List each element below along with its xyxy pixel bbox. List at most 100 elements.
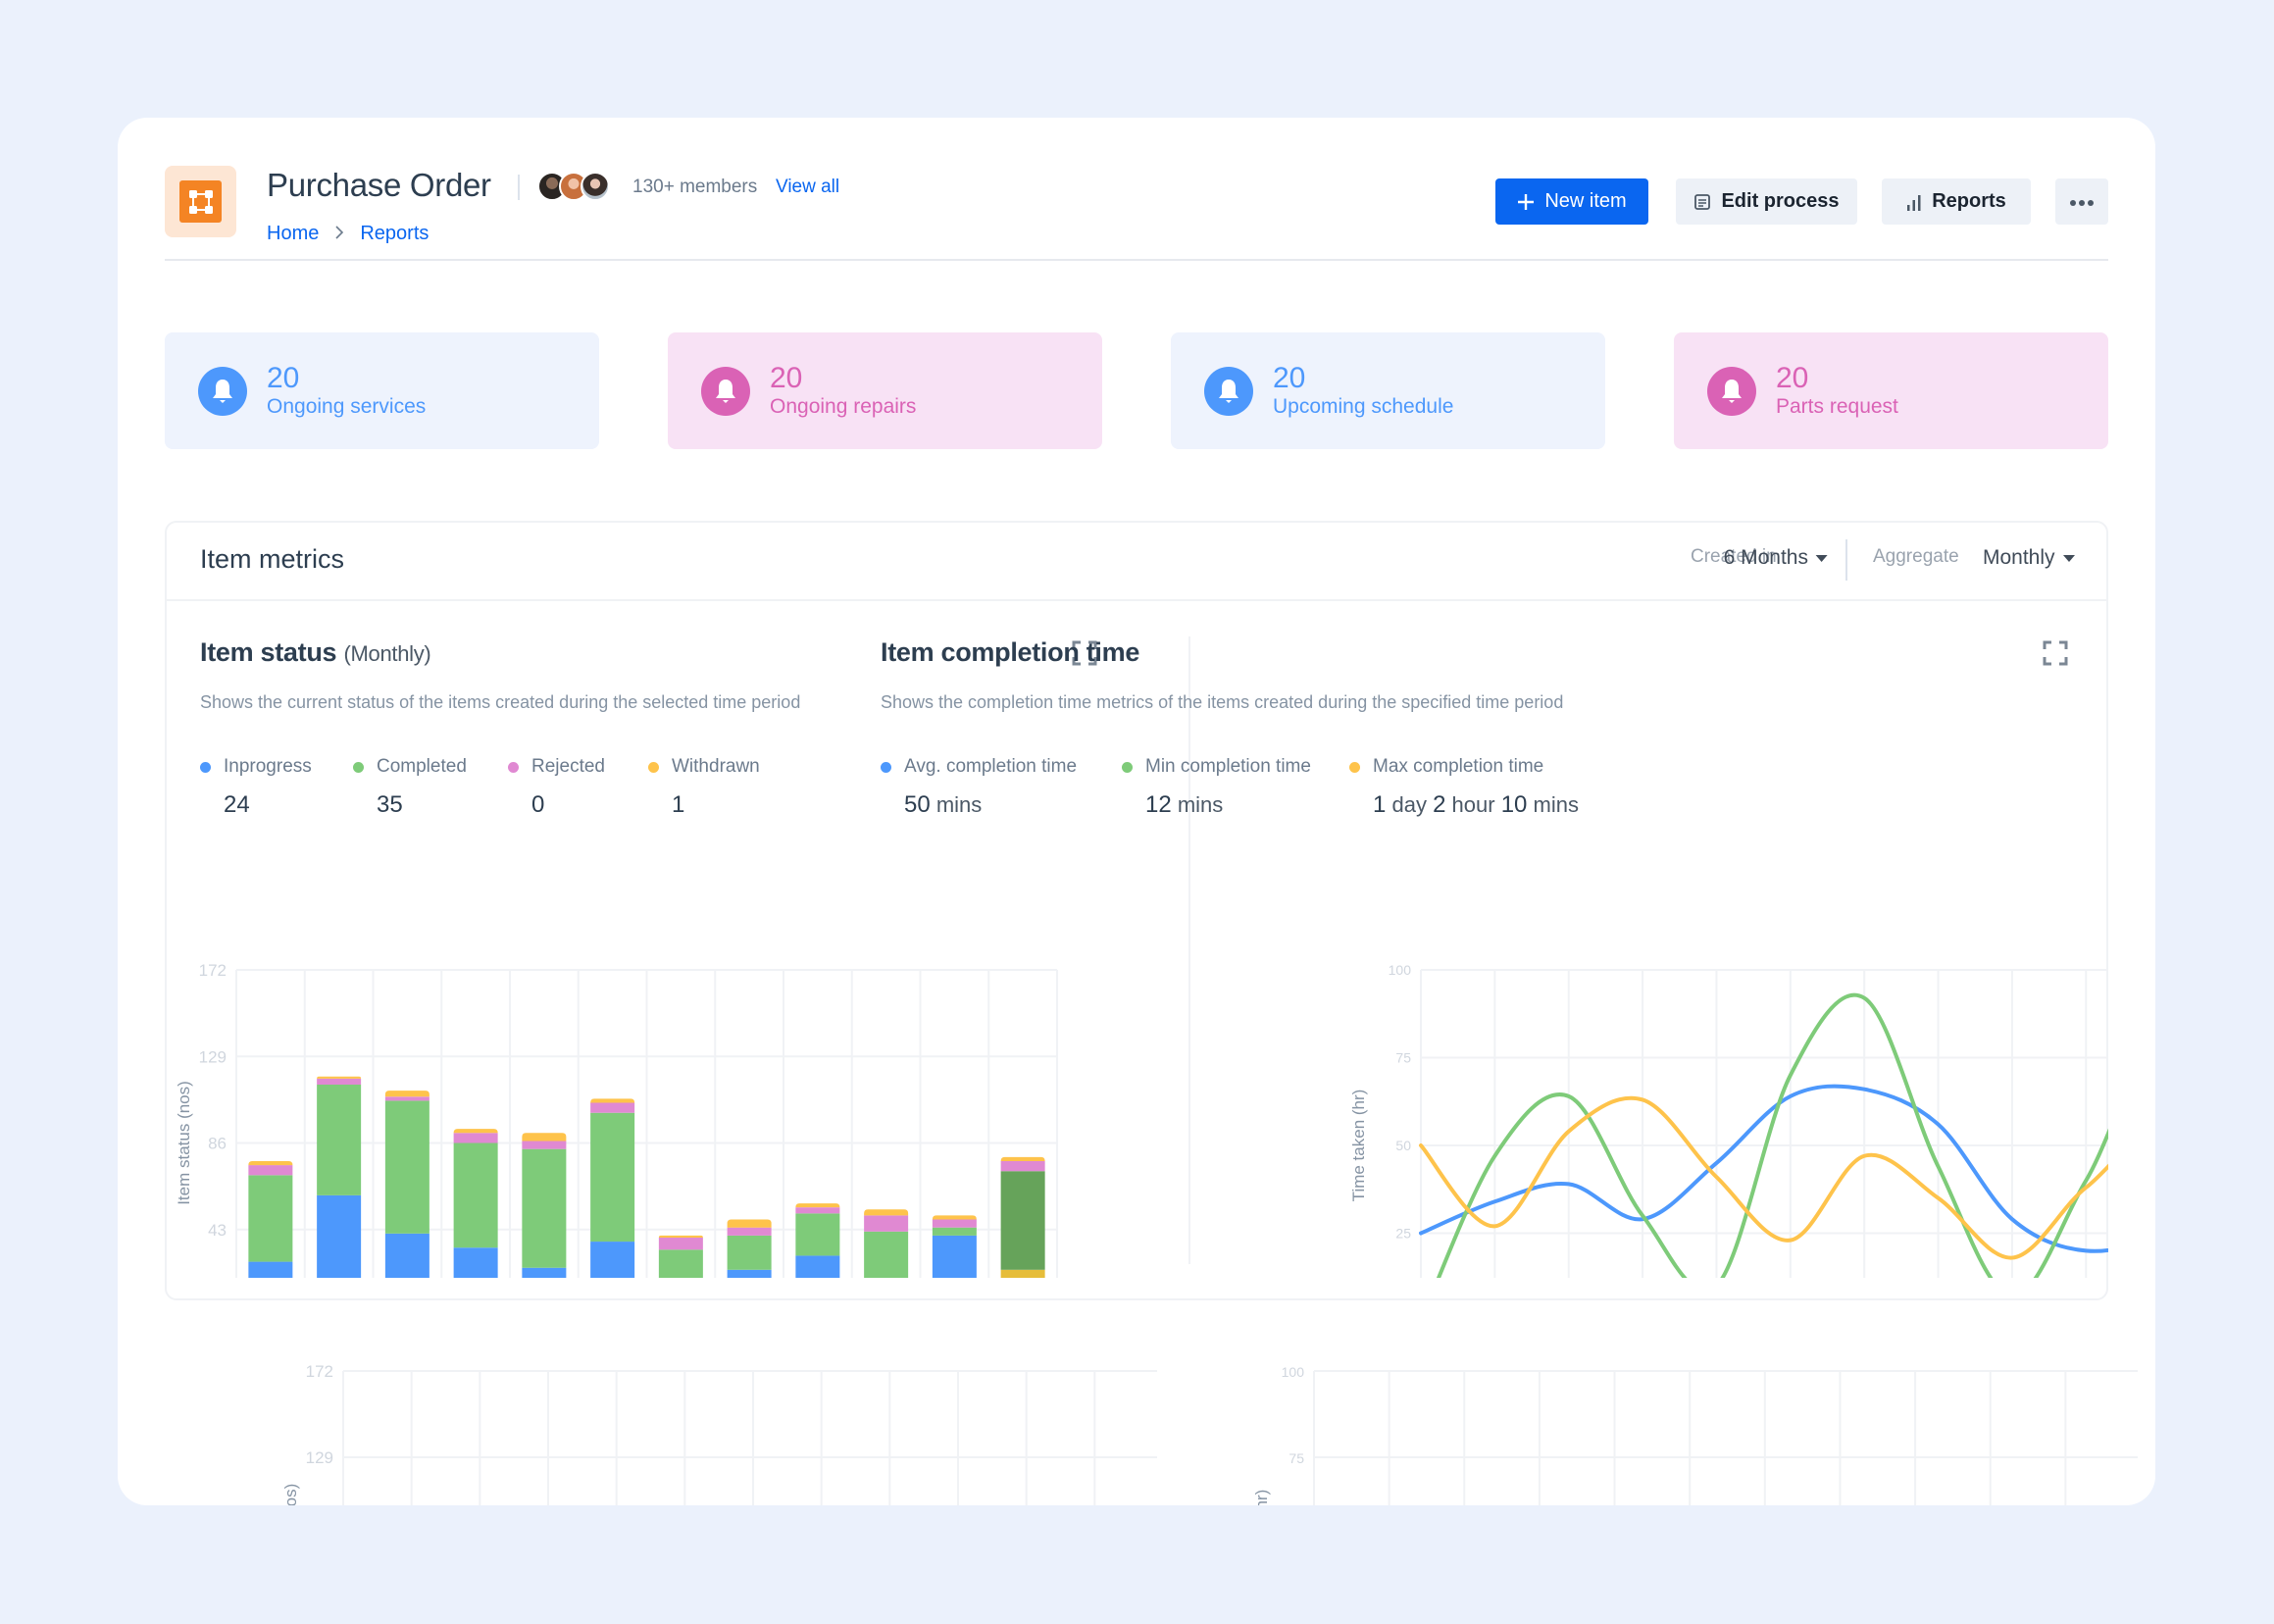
bar-segment-completed[interactable] (727, 1235, 772, 1270)
bar-segment-completed[interactable] (384, 1100, 430, 1234)
stat-value: 20 (1776, 361, 1809, 394)
bar-segment-withdrawn[interactable] (727, 1219, 772, 1228)
bar-segment-rejected[interactable] (795, 1207, 840, 1214)
legend-dot (508, 761, 519, 773)
bar-segment-completed[interactable] (248, 1175, 293, 1262)
new-item-button[interactable]: New item (1495, 178, 1648, 225)
bar-segment-inprogress[interactable] (1000, 1269, 1045, 1278)
item-status-title: Item status (Monthly) (200, 637, 431, 668)
bar-segment-rejected[interactable] (317, 1078, 362, 1085)
bar-group-jan[interactable] (248, 1160, 293, 1278)
stat-card[interactable]: 20 Parts request (1674, 332, 2108, 449)
breadcrumb-home[interactable]: Home (267, 223, 319, 245)
bar-group-aug[interactable] (727, 1219, 772, 1278)
view-all-link[interactable]: View all (776, 177, 839, 198)
bar-segment-inprogress[interactable] (590, 1242, 635, 1278)
bar-group-mar[interactable] (384, 1091, 430, 1278)
item-status-title-suffix: (Monthly) (343, 641, 431, 666)
bar-segment-withdrawn[interactable] (658, 1235, 703, 1238)
line-series-avg-completion-time[interactable] (1419, 1084, 2108, 1253)
item-metrics-card: Item metrics Created in 6 Months Aggrega… (165, 521, 2108, 1300)
bar-group-jun[interactable] (590, 1098, 635, 1278)
bar-segment-rejected[interactable] (1000, 1160, 1045, 1172)
bar-segment-inprogress[interactable] (522, 1267, 567, 1278)
bar-group-dec[interactable] (1000, 1156, 1045, 1278)
bar-group-nov[interactable] (932, 1215, 977, 1278)
bar-segment-completed[interactable] (522, 1148, 567, 1268)
bar-segment-rejected[interactable] (658, 1237, 703, 1250)
bar-segment-completed[interactable] (590, 1112, 635, 1243)
legend-item-completed[interactable]: Completed 35 (353, 756, 467, 819)
bar-segment-completed[interactable] (864, 1231, 909, 1278)
avatar[interactable] (581, 172, 610, 201)
legend-value: 50 mins (881, 791, 1085, 819)
bar-segment-completed[interactable] (795, 1213, 840, 1256)
bar-segment-inprogress[interactable] (795, 1255, 840, 1278)
reports-button[interactable]: Reports (1882, 178, 2031, 225)
bar-segment-completed[interactable] (658, 1249, 703, 1278)
breadcrumb-reports[interactable]: Reports (360, 223, 429, 245)
bar-segment-completed[interactable] (453, 1142, 498, 1248)
bar-segment-rejected[interactable] (522, 1141, 567, 1149)
bar-segment-inprogress[interactable] (932, 1235, 977, 1278)
bar-segment-inprogress[interactable] (727, 1269, 772, 1278)
legend-item-min-completion-time[interactable]: Min completion time 12 mins (1122, 756, 1312, 819)
legend-label: Min completion time (1145, 756, 1311, 777)
edit-process-button[interactable]: Edit process (1676, 178, 1857, 225)
y-tick-label: 43 (208, 1221, 227, 1240)
legend-item-inprogress[interactable]: Inprogress 24 (200, 756, 312, 819)
reports-label: Reports (1932, 190, 2006, 212)
header-divider (165, 259, 2108, 261)
bar-segment-withdrawn[interactable] (248, 1160, 293, 1166)
bar-group-apr[interactable] (453, 1129, 498, 1278)
bar-segment-inprogress[interactable] (384, 1233, 430, 1278)
legend-item-max-completion-time[interactable]: Max completion time 1 day 2 hour 10 mins (1349, 756, 1604, 819)
bar-segment-rejected[interactable] (864, 1215, 909, 1232)
bar-segment-completed[interactable] (932, 1227, 977, 1236)
bar-segment-withdrawn[interactable] (317, 1076, 362, 1079)
line-series-max-completion-time[interactable] (1419, 1095, 2108, 1278)
expand-icon[interactable] (2043, 640, 2068, 666)
bar-group-may[interactable] (522, 1133, 567, 1278)
more-options-button[interactable] (2055, 178, 2108, 225)
stat-card[interactable]: 20 Upcoming schedule (1171, 332, 1605, 449)
aggregate-label: Aggregate (1873, 546, 1959, 567)
bar-segment-rejected[interactable] (453, 1133, 498, 1143)
filter-divider (1845, 539, 1847, 581)
bar-group-sep[interactable] (795, 1203, 840, 1278)
bar-segment-withdrawn[interactable] (522, 1133, 567, 1142)
bar-segment-withdrawn[interactable] (864, 1209, 909, 1216)
bar-segment-inprogress[interactable] (248, 1261, 293, 1278)
stat-card[interactable]: 20 Ongoing repairs (668, 332, 1102, 449)
bar-segment-withdrawn[interactable] (453, 1129, 498, 1134)
bar-segment-rejected[interactable] (727, 1227, 772, 1236)
bar-group-oct[interactable] (864, 1209, 909, 1278)
legend-item-avg-completion-time[interactable]: Avg. completion time 50 mins (881, 756, 1085, 819)
bar-segment-withdrawn[interactable] (795, 1203, 840, 1208)
stat-card[interactable]: 20 Ongoing services (165, 332, 599, 449)
bar-segment-completed[interactable] (317, 1084, 362, 1195)
legend-item-withdrawn[interactable]: Withdrawn 1 (648, 756, 760, 819)
bar-group-jul[interactable] (658, 1235, 703, 1278)
member-avatars[interactable] (537, 172, 610, 201)
bar-segment-rejected[interactable] (248, 1165, 293, 1176)
y-axis-label: Item status (nos) (175, 1081, 193, 1205)
legend-item-rejected[interactable]: Rejected 0 (508, 756, 605, 819)
legend-value: 0 (531, 791, 545, 818)
aggregate-dropdown[interactable]: Monthly (1983, 546, 2075, 570)
bar-segment-inprogress[interactable] (317, 1194, 362, 1278)
created-in-dropdown[interactable]: 6 Months (1724, 546, 1828, 570)
bar-segment-withdrawn[interactable] (590, 1098, 635, 1103)
metrics-title: Item metrics (200, 544, 345, 574)
bar-group-feb[interactable] (317, 1076, 362, 1278)
bar-segment-withdrawn[interactable] (384, 1091, 430, 1097)
bar-segment-rejected[interactable] (384, 1096, 430, 1101)
bar-segment-inprogress[interactable] (453, 1247, 498, 1278)
bar-segment-completed[interactable] (1000, 1171, 1045, 1270)
bar-segment-rejected[interactable] (590, 1102, 635, 1113)
bar-segment-rejected[interactable] (932, 1219, 977, 1228)
bar-segment-withdrawn[interactable] (932, 1215, 977, 1220)
y-axis-label: Item status (nos) (281, 1484, 300, 1505)
bar-segment-withdrawn[interactable] (1000, 1156, 1045, 1161)
line-series-min-completion-time[interactable] (1421, 992, 2108, 1278)
